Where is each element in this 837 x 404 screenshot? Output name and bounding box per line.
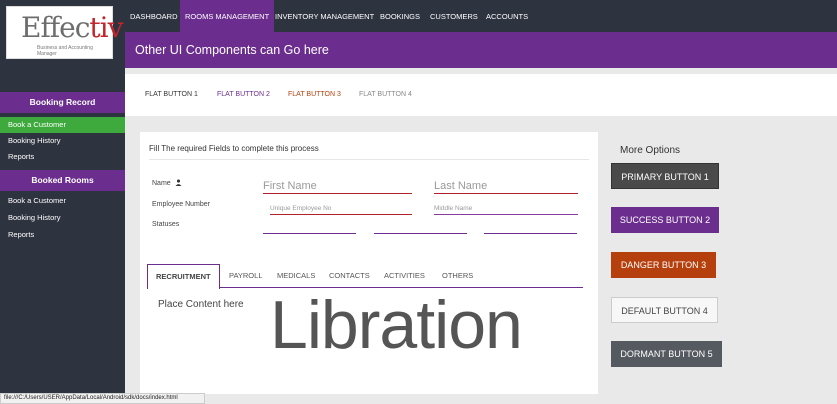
sidebar-item-book-a-customer[interactable]: Book a Customer xyxy=(0,117,125,133)
nav-bookings[interactable]: BOOKINGS xyxy=(375,0,425,32)
banner: Other UI Components can Go here xyxy=(125,32,837,68)
dormant-button-5[interactable]: DORMANT BUTTON 5 xyxy=(611,341,722,367)
tab-contacts[interactable]: CONTACTS xyxy=(329,264,370,288)
tab-content-text: Place Content here xyxy=(158,299,244,310)
employee-number-input[interactable] xyxy=(270,203,412,215)
flat-button-2[interactable]: FLAT BUTTON 2 xyxy=(217,91,270,98)
more-options-panel: More Options PRIMARY BUTTON 1 SUCCESS BU… xyxy=(598,132,830,394)
sidebar-item-booking-history[interactable]: Booking History xyxy=(0,133,125,149)
last-name-input[interactable] xyxy=(434,178,578,194)
tab-recruitment[interactable]: RECRUITMENT xyxy=(147,264,220,289)
logo-wordmark: Effectiv xyxy=(21,11,123,44)
flat-button-3[interactable]: FLAT BUTTON 3 xyxy=(288,91,341,98)
nav-accounts[interactable]: ACCOUNTS xyxy=(481,0,533,32)
watermark-text: Libration xyxy=(270,287,523,363)
employee-number-label: Employee Number xyxy=(152,201,210,208)
nav-customers[interactable]: CUSTOMERS xyxy=(425,0,483,32)
sidebar-heading-booked-rooms: Booked Rooms xyxy=(0,170,125,191)
sidebar: Effectiv Business and Accounting Manager… xyxy=(0,0,125,404)
flat-button-1[interactable]: FLAT BUTTON 1 xyxy=(145,91,198,98)
nav-rooms-management[interactable]: ROOMS MANAGEMENT xyxy=(180,0,275,32)
banner-text: Other UI Components can Go here xyxy=(135,43,329,57)
primary-button-1[interactable]: PRIMARY BUTTON 1 xyxy=(611,163,719,189)
danger-button-3[interactable]: DANGER BUTTON 3 xyxy=(611,252,716,278)
tab-others[interactable]: OTHERS xyxy=(442,264,473,288)
nav-dashboard[interactable]: DASHBOARD xyxy=(125,0,183,32)
status-input-1[interactable] xyxy=(263,222,356,234)
logo[interactable]: Effectiv Business and Accounting Manager xyxy=(6,6,123,59)
flat-button-bar: FLAT BUTTON 1 FLAT BUTTON 2 FLAT BUTTON … xyxy=(125,74,837,116)
status-bar-url: file:///C:/Users/USER/AppData/Local/Andr… xyxy=(0,393,205,404)
first-name-input[interactable] xyxy=(263,178,412,194)
status-input-2[interactable] xyxy=(374,222,467,234)
sidebar-heading-booking-record: Booking Record xyxy=(0,92,125,113)
user-icon xyxy=(175,179,182,186)
more-options-title: More Options xyxy=(620,145,681,156)
tab-payroll[interactable]: PAYROLL xyxy=(229,264,263,288)
success-button-2[interactable]: SUCCESS BUTTON 2 xyxy=(611,207,719,233)
sidebar-item-reports-2[interactable]: Reports xyxy=(0,227,125,243)
tab-bar: RECRUITMENT PAYROLL MEDICALS CONTACTS AC… xyxy=(147,264,583,289)
divider xyxy=(149,159,589,160)
status-input-3[interactable] xyxy=(484,222,577,234)
middle-name-input[interactable] xyxy=(434,203,578,215)
tab-activities[interactable]: ACTIVITIES xyxy=(384,264,425,288)
default-button-4[interactable]: DEFAULT BUTTON 4 xyxy=(611,297,718,323)
form-title: Fill The required Fields to complete thi… xyxy=(149,144,319,153)
name-label: Name xyxy=(152,179,182,187)
sidebar-item-book-a-customer-2[interactable]: Book a Customer xyxy=(0,193,125,209)
tab-medicals[interactable]: MEDICALS xyxy=(277,264,315,288)
logo-tagline: Business and Accounting Manager xyxy=(37,45,93,57)
top-navigation: DASHBOARD ROOMS MANAGEMENT INVENTORY MAN… xyxy=(125,0,837,32)
sidebar-item-booking-history-2[interactable]: Booking History xyxy=(0,210,125,226)
nav-inventory-management[interactable]: INVENTORY MANAGEMENT xyxy=(270,0,379,32)
statuses-label: Statuses xyxy=(152,221,180,228)
sidebar-item-reports[interactable]: Reports xyxy=(0,149,125,165)
flat-button-4[interactable]: FLAT BUTTON 4 xyxy=(359,91,412,98)
